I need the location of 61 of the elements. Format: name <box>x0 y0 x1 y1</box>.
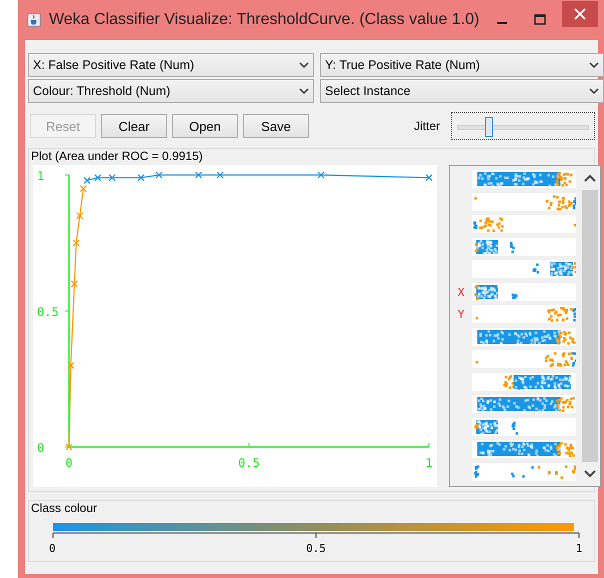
data-point <box>72 239 80 247</box>
tick-label: 0 <box>37 441 44 455</box>
axis-marker: Y <box>456 307 466 324</box>
close-icon <box>574 8 586 20</box>
dropdown[interactable]: Colour: Threshold (Num) <box>28 79 314 103</box>
data-point <box>317 171 325 179</box>
chevron-down-icon <box>299 62 309 68</box>
tick-label: 1 <box>425 456 433 470</box>
class-colour-title: Class colour <box>31 501 98 515</box>
dropdown[interactable]: Select Instance <box>320 79 604 103</box>
chevron-down-icon <box>299 88 309 94</box>
slider-thumb[interactable] <box>485 117 494 137</box>
attribute-strip[interactable] <box>472 238 576 256</box>
attribute-strip[interactable] <box>472 440 576 458</box>
tick-label: 0.5 <box>37 305 59 319</box>
data-point <box>137 174 145 182</box>
toolbar-button[interactable]: Open <box>172 114 238 138</box>
data-point <box>425 174 433 182</box>
attribute-strip[interactable] <box>472 305 576 323</box>
data-point <box>70 280 78 288</box>
tick-label: 1 <box>576 542 582 555</box>
dropdown[interactable]: X: False Positive Rate (Num) <box>28 53 314 77</box>
data-point <box>94 174 102 182</box>
tick-label: 0 <box>65 456 73 470</box>
maximize-icon <box>534 14 546 26</box>
attribute-strip[interactable] <box>472 260 576 278</box>
data-point <box>155 171 163 179</box>
window-title: Weka Classifier Visualize: ThresholdCurve. (Class value 1.0) <box>48 11 480 29</box>
attribute-strip[interactable] <box>472 192 576 210</box>
attribute-strip[interactable] <box>472 328 576 346</box>
dropdown[interactable]: Y: True Positive Rate (Num) <box>320 53 604 77</box>
data-point <box>195 171 202 179</box>
tick-label: 1 <box>37 169 44 183</box>
close-button[interactable] <box>562 1 598 27</box>
plot-title: Plot (Area under ROC = 0.9915) <box>31 149 203 163</box>
chevron-down-icon <box>589 62 599 68</box>
minimize-icon <box>497 22 508 24</box>
coffee-cup-icon <box>27 11 41 29</box>
attribute-strip[interactable] <box>472 170 576 188</box>
attribute-strip[interactable] <box>472 372 576 390</box>
attribute-strip[interactable] <box>472 350 576 368</box>
tick-label: 0.5 <box>306 542 326 555</box>
tick-label: 0.5 <box>238 456 260 470</box>
attribute-strip[interactable] <box>472 418 576 436</box>
data-point <box>67 362 74 369</box>
data-point <box>216 171 224 179</box>
chevron-down-icon <box>589 88 599 94</box>
scrollbar-thumb[interactable] <box>582 190 598 462</box>
data-point <box>65 443 73 451</box>
tick-label: 0 <box>49 542 56 555</box>
data-point <box>108 174 116 182</box>
axis-marker: X <box>456 285 466 302</box>
attribute-strip[interactable] <box>472 395 576 413</box>
attribute-strip[interactable] <box>472 215 576 233</box>
attribute-strip[interactable] <box>472 462 576 480</box>
data-point <box>76 212 84 220</box>
toolbar-button[interactable]: Save <box>243 114 309 138</box>
jitter-label: Jitter <box>414 119 440 133</box>
attribute-strip[interactable] <box>472 282 576 300</box>
jitter-slider[interactable] <box>451 112 595 140</box>
toolbar-button[interactable]: Clear <box>101 114 167 138</box>
